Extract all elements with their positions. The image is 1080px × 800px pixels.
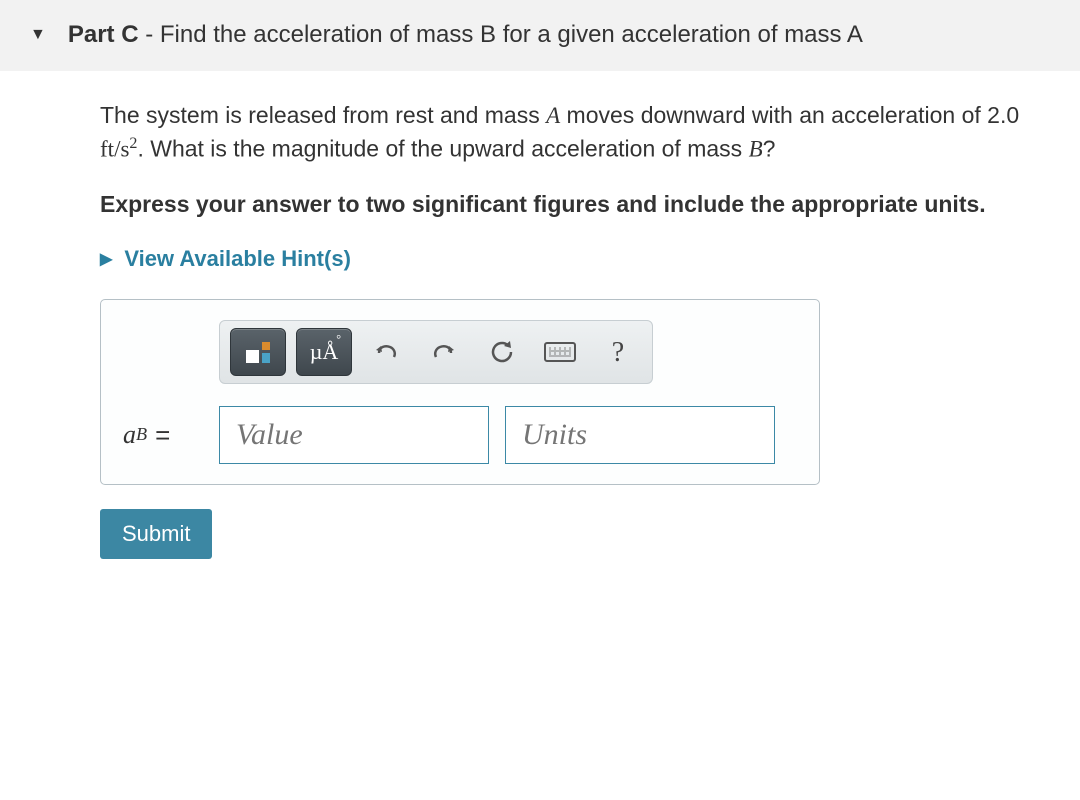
part-content: The system is released from rest and mas… xyxy=(0,71,1080,589)
collapse-icon: ▼ xyxy=(30,24,46,46)
undo-button[interactable] xyxy=(362,328,410,376)
help-button[interactable]: ? xyxy=(594,328,642,376)
hints-label: View Available Hint(s) xyxy=(124,244,351,275)
submit-button[interactable]: Submit xyxy=(100,509,212,559)
answer-box: µÅ ? xyxy=(100,299,820,485)
answer-instruction: Express your answer to two significant f… xyxy=(100,188,1050,220)
hints-toggle[interactable]: ▶ View Available Hint(s) xyxy=(100,244,1050,275)
keyboard-icon xyxy=(544,342,576,362)
undo-icon xyxy=(373,340,399,364)
templates-icon xyxy=(246,342,270,363)
keyboard-button[interactable] xyxy=(536,328,584,376)
part-label: Part C xyxy=(68,21,139,48)
answer-toolbar: µÅ ? xyxy=(219,320,797,384)
answer-input-row: aB = xyxy=(123,406,797,464)
reset-button[interactable] xyxy=(478,328,526,376)
templates-button[interactable] xyxy=(230,328,286,376)
part-title: Part C - Find the acceleration of mass B… xyxy=(68,18,1050,53)
reset-icon xyxy=(488,339,516,365)
units-symbols-button[interactable]: µÅ xyxy=(296,328,352,376)
redo-icon xyxy=(431,340,457,364)
redo-button[interactable] xyxy=(420,328,468,376)
mass-A-symbol: A xyxy=(546,103,560,128)
part-header[interactable]: ▼ Part C - Find the acceleration of mass… xyxy=(0,0,1080,71)
mass-B-symbol: B xyxy=(749,137,763,162)
units-input[interactable] xyxy=(505,406,775,464)
problem-statement: The system is released from rest and mas… xyxy=(100,99,1050,166)
variable-label: aB = xyxy=(123,417,203,453)
toolbar-bg: µÅ ? xyxy=(219,320,653,384)
expand-icon: ▶ xyxy=(100,249,112,271)
value-input[interactable] xyxy=(219,406,489,464)
help-icon: ? xyxy=(612,333,624,372)
